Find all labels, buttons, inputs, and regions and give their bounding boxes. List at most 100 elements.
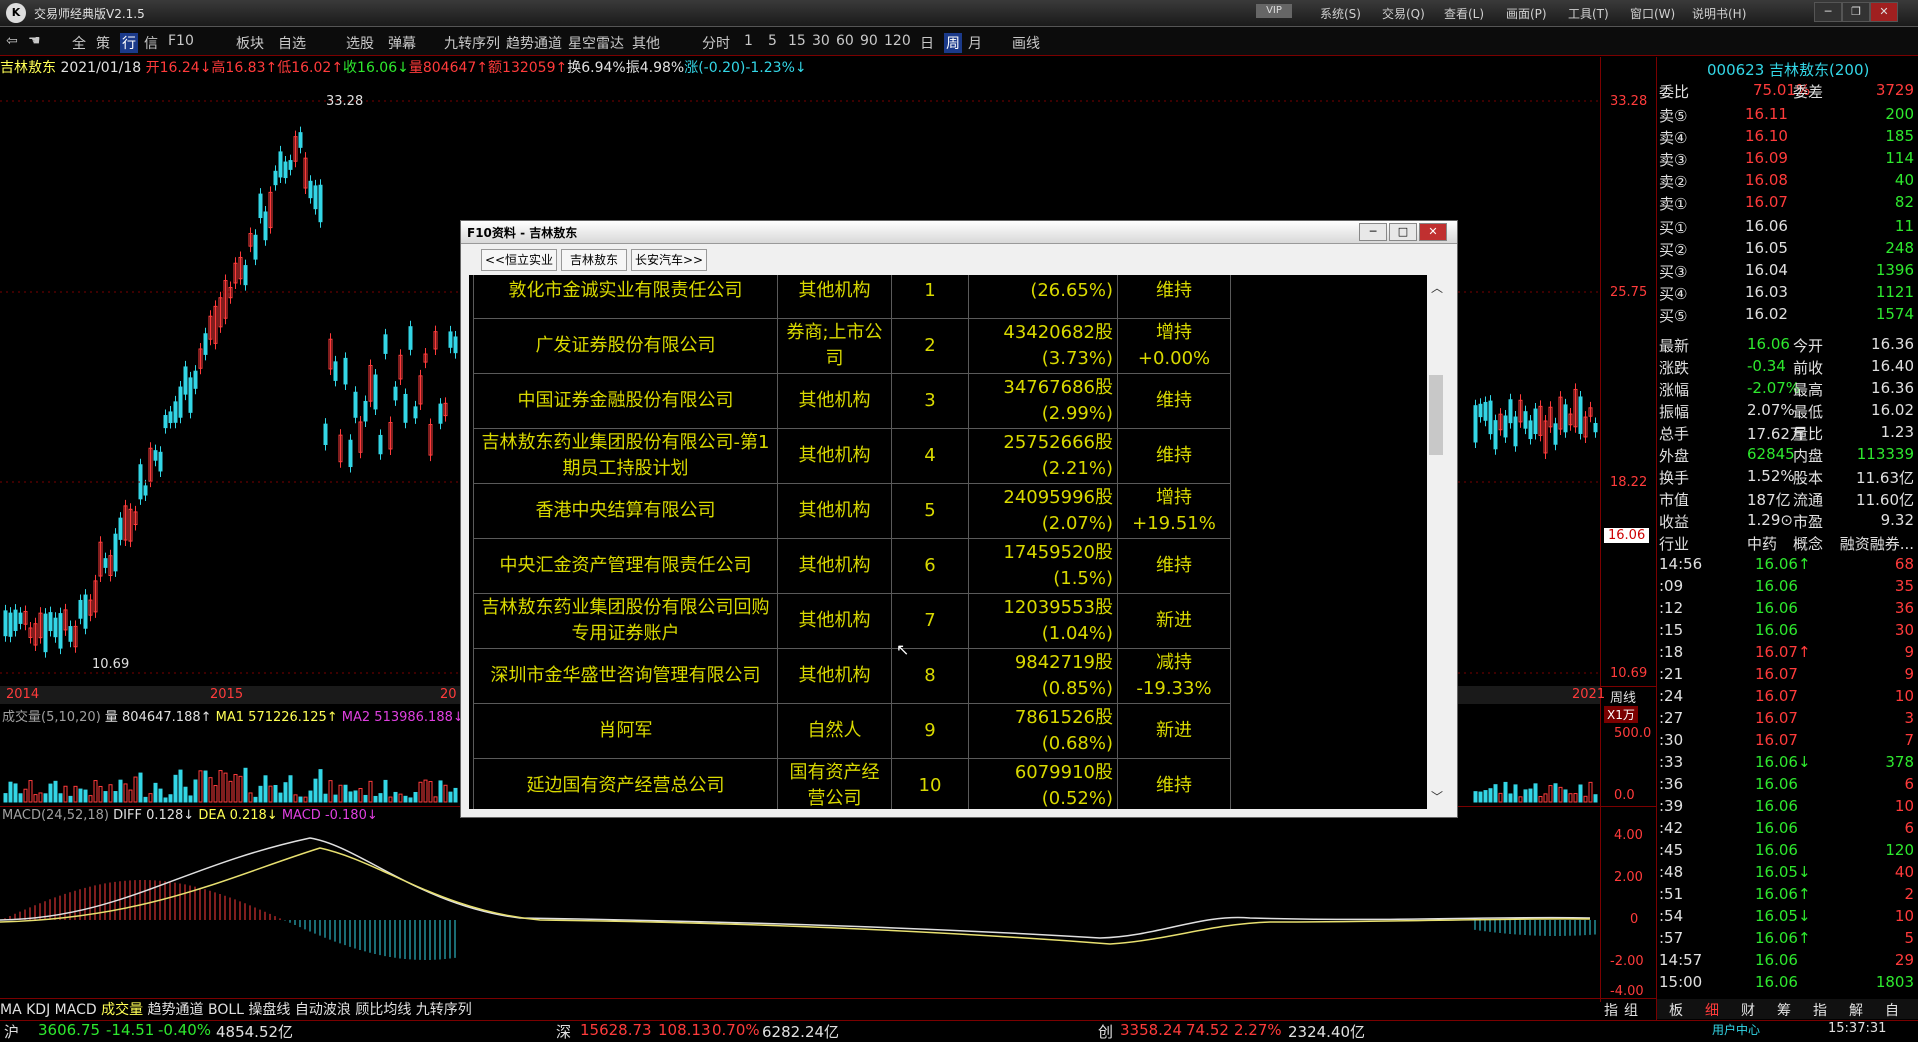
tab-ma[interactable]: MA (0, 1002, 22, 1018)
maximize-icon[interactable]: ❐ (1842, 2, 1870, 22)
ask-row[interactable]: 卖① 16.07 82 (1657, 193, 1918, 215)
holder-change: 新进 (1117, 593, 1231, 649)
period-week[interactable]: 周 (944, 33, 962, 53)
tool-watchlist[interactable]: 自选 (278, 33, 306, 53)
period-5[interactable]: 5 (768, 33, 777, 49)
stat-row: 市值 187亿 流通 11.60亿 (1657, 489, 1918, 511)
tab-group[interactable]: 组 (1624, 1000, 1638, 1020)
bid-row[interactable]: 买④ 16.03 1121 (1657, 283, 1918, 305)
tool-f10[interactable]: F10 (168, 33, 194, 49)
tick-volume: 35 (1894, 577, 1914, 595)
quote-tab[interactable]: 财 (1741, 1000, 1755, 1020)
volume-bar (423, 779, 428, 803)
tool-all[interactable]: 全 (72, 33, 86, 53)
ask-row[interactable]: 卖③ 16.09 114 (1657, 149, 1918, 171)
f10-minimize-icon[interactable]: ─ (1359, 223, 1387, 241)
quote-tab[interactable]: 筹 (1777, 1000, 1791, 1020)
prev-stock-button[interactable]: <<恒立实业 (481, 249, 557, 271)
period-month[interactable]: 月 (968, 33, 982, 53)
volume-bar (293, 794, 298, 803)
scroll-thumb[interactable] (1429, 375, 1443, 455)
close-icon[interactable]: ✕ (1870, 2, 1898, 22)
tool-sector[interactable]: 板块 (236, 33, 264, 53)
tab-kdj[interactable]: KDJ (26, 1002, 50, 1018)
tab-boll[interactable]: BOLL (208, 1002, 244, 1018)
holder-change: 维持 (1117, 758, 1231, 809)
period-intraday[interactable]: 分时 (702, 33, 730, 53)
menu-help[interactable]: 说明书(H) (1692, 5, 1746, 22)
period-60[interactable]: 60 (836, 33, 854, 49)
scroll-down-icon[interactable]: ﹀ (1431, 788, 1443, 805)
current-stock-button[interactable]: 吉林敖东 (561, 249, 627, 271)
period-90[interactable]: 90 (860, 33, 878, 49)
tab-auto-wave[interactable]: 自动波浪 (295, 1002, 351, 1018)
candle-body (1563, 404, 1568, 433)
tool-market[interactable]: 行 (120, 33, 138, 53)
tab-guppy[interactable]: 顾比均线 (355, 1002, 411, 1018)
tab-index[interactable]: 指 (1604, 1000, 1618, 1020)
tool-nine-turn[interactable]: 九转序列 (444, 33, 500, 53)
tool-screener[interactable]: 选股 (346, 33, 374, 53)
bid-row[interactable]: 买⑤ 16.02 1574 (1657, 305, 1918, 327)
tab-nine-turn[interactable]: 九转序列 (416, 1002, 472, 1018)
tool-other[interactable]: 其他 (632, 33, 660, 53)
tab-volume[interactable]: 成交量 (101, 1002, 143, 1018)
volume-bar (1593, 794, 1598, 803)
tool-radar[interactable]: 星空雷达 (568, 33, 624, 53)
volume-bar (153, 782, 158, 803)
period-30[interactable]: 30 (812, 33, 830, 49)
quote-tab[interactable]: 细 (1705, 1000, 1719, 1020)
ask-row[interactable]: 卖④ 16.10 185 (1657, 127, 1918, 149)
menu-window[interactable]: 窗口(W) (1630, 5, 1675, 22)
quote-tab[interactable]: 板 (1669, 1000, 1683, 1020)
tab-trend-channel[interactable]: 趋势通道 (148, 1002, 204, 1018)
menu-tools[interactable]: 工具(T) (1568, 5, 1609, 22)
quote-tab[interactable]: 自 (1885, 1000, 1899, 1020)
tool-strategy[interactable]: 策 (96, 33, 110, 53)
hand-icon[interactable]: ☚ (28, 33, 41, 49)
tool-trend-channel[interactable]: 趋势通道 (506, 33, 562, 53)
tab-trade-line[interactable]: 操盘线 (248, 1002, 290, 1018)
tab-macd[interactable]: MACD (55, 1002, 97, 1018)
f10-close-icon[interactable]: ✕ (1419, 223, 1447, 241)
vip-badge[interactable]: VIP (1256, 4, 1292, 18)
sh-change: -14.51 (106, 1021, 155, 1039)
tool-danmaku[interactable]: 弹幕 (388, 33, 416, 53)
user-center-link[interactable]: 用户中心 (1712, 1021, 1760, 1038)
candle-body (413, 406, 418, 419)
ask-row[interactable]: 卖⑤ 16.11 200 (1657, 105, 1918, 127)
volume-bar (313, 778, 318, 803)
bid-row[interactable]: 买③ 16.04 1396 (1657, 261, 1918, 283)
period-15[interactable]: 15 (788, 33, 806, 49)
quote-tab[interactable]: 解 (1849, 1000, 1863, 1020)
tool-info[interactable]: 信 (144, 33, 158, 53)
menu-trade[interactable]: 交易(Q) (1382, 5, 1425, 22)
f10-scrollbar[interactable]: ︿ ﹀ (1427, 275, 1445, 809)
volume-axis-top: 500.0 (1614, 726, 1652, 741)
f10-maximize-icon[interactable]: □ (1389, 223, 1417, 241)
volume-bar (1578, 784, 1583, 803)
level-price: 16.02 (1745, 305, 1788, 323)
minimize-icon[interactable]: ─ (1814, 2, 1842, 22)
tick-volume: 29 (1894, 951, 1914, 969)
scroll-up-icon[interactable]: ︿ (1431, 279, 1443, 296)
quote-tab[interactable]: 指 (1813, 1000, 1827, 1020)
menu-view[interactable]: 查看(L) (1444, 5, 1484, 22)
period-120[interactable]: 120 (884, 33, 911, 49)
menu-screen[interactable]: 画面(P) (1506, 5, 1547, 22)
menu-system[interactable]: 系统(S) (1320, 5, 1361, 22)
period-1[interactable]: 1 (744, 33, 753, 49)
bid-row[interactable]: 买① 16.06 11 (1657, 217, 1918, 239)
next-stock-button[interactable]: 长安汽车>> (631, 249, 707, 271)
holder-change-pct: -19.33% (1136, 678, 1212, 699)
volume-bar (283, 782, 288, 803)
period-day[interactable]: 日 (920, 33, 934, 53)
stat-label: 外盘 (1659, 447, 1690, 465)
tool-draw[interactable]: 画线 (1012, 33, 1040, 53)
ask-row[interactable]: 卖② 16.08 40 (1657, 171, 1918, 193)
bid-row[interactable]: 买② 16.05 248 (1657, 239, 1918, 261)
level-label: 卖④ (1659, 129, 1688, 147)
back-icon[interactable]: ⇦ (6, 33, 18, 49)
tick-volume: 10 (1894, 797, 1914, 815)
sh-index: 3606.75 (38, 1021, 101, 1039)
